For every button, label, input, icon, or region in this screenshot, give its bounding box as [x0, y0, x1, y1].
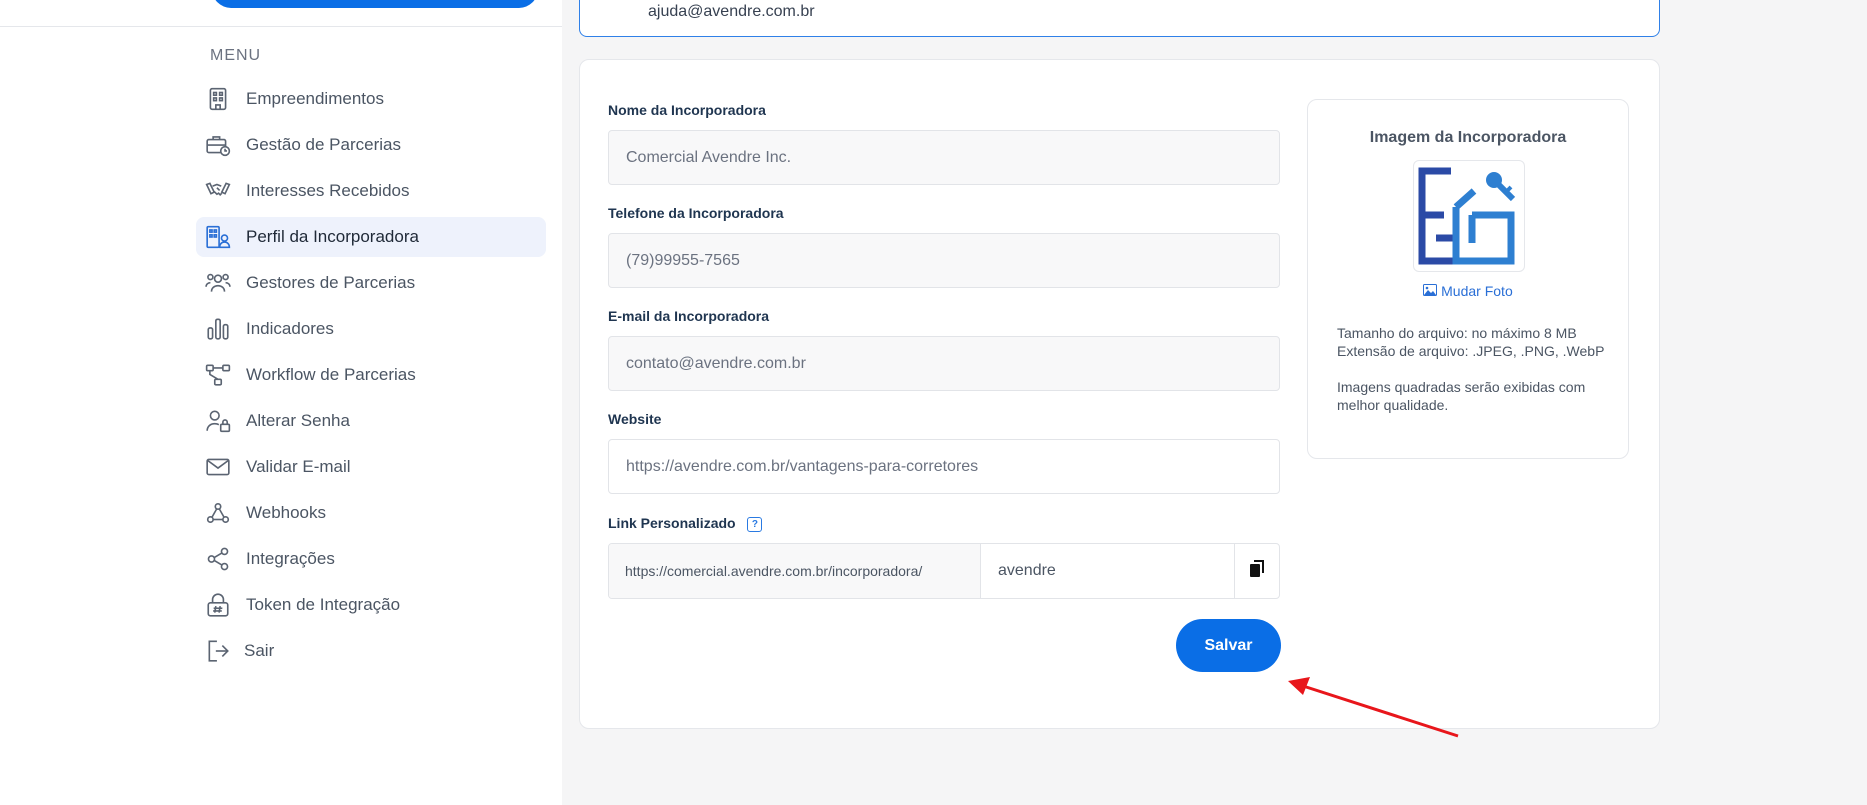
custom-link-label-row: Link Personalizado ? — [608, 515, 763, 532]
menu-item-alterar-senha[interactable]: Alterar Senha — [196, 401, 546, 441]
menu-item-indicadores[interactable]: Indicadores — [196, 309, 546, 349]
menu-item-label: Interesses Recebidos — [246, 181, 410, 200]
menu-item-webhooks[interactable]: Webhooks — [196, 493, 546, 533]
company-image-card: Imagem da Incorporadora Mudar Foto Taman… — [1307, 99, 1629, 459]
menu-item-label: Indicadores — [246, 319, 334, 338]
menu-item-interesses-recebidos[interactable]: Interesses Recebidos — [196, 171, 546, 211]
company-phone-label: Telefone da Incorporadora — [608, 205, 784, 221]
menu-heading: MENU — [210, 47, 262, 64]
company-name-label: Nome da Incorporadora — [608, 102, 766, 118]
company-image-title: Imagem da Incorporadora — [1369, 129, 1567, 146]
menu-item-label: Gestão de Parcerias — [246, 135, 401, 154]
save-button[interactable]: Salvar — [1176, 619, 1281, 672]
change-photo-link[interactable]: Mudar Foto — [1308, 283, 1628, 299]
menu-item-label: Validar E-mail — [246, 457, 351, 476]
company-email-label: E-mail da Incorporadora — [608, 308, 770, 324]
user-lock-icon — [204, 407, 232, 435]
users-icon — [204, 269, 232, 297]
briefcase-clock-icon — [204, 131, 232, 159]
custom-link-group: https://comercial.avendre.com.br/incorpo… — [608, 543, 1280, 599]
contact-card: ajuda@avendre.com.br — [579, 0, 1660, 37]
copy-icon — [1249, 559, 1265, 583]
support-email: ajuda@avendre.com.br — [648, 3, 815, 20]
company-name-input[interactable]: Comercial Avendre Inc. — [608, 130, 1280, 185]
menu-item-workflow-parcerias[interactable]: Workflow de Parcerias — [196, 355, 546, 395]
menu-list: Empreendimentos Gestão de Parcerias Inte… — [196, 79, 546, 677]
sidebar-divider — [0, 26, 562, 27]
help-icon[interactable]: ? — [747, 516, 763, 532]
custom-link-label: Link Personalizado — [608, 515, 736, 531]
menu-item-label: Webhooks — [246, 503, 327, 522]
webhook-icon — [204, 499, 232, 527]
menu-item-label: Alterar Senha — [246, 411, 350, 430]
handshake-icon — [204, 177, 232, 205]
company-phone-input[interactable]: (79)99955-7565 — [608, 233, 1280, 288]
menu-item-label: Workflow de Parcerias — [246, 365, 416, 384]
image-icon — [1423, 283, 1441, 299]
menu-item-sair[interactable]: Sair — [196, 631, 546, 671]
menu-item-perfil-incorporadora[interactable]: Perfil da Incorporadora — [196, 217, 546, 257]
lock-hash-icon — [204, 591, 232, 619]
image-quality-info: Imagens quadradas serão exibidas com mel… — [1337, 379, 1586, 413]
workflow-icon — [204, 361, 232, 389]
website-label: Website — [608, 411, 662, 427]
menu-item-label: Token de Integração — [246, 595, 401, 614]
menu-item-gestao-parcerias[interactable]: Gestão de Parcerias — [196, 125, 546, 165]
change-photo-label: Mudar Foto — [1441, 283, 1513, 299]
file-size-info: Tamanho do arquivo: no máximo 8 MB — [1337, 325, 1577, 341]
company-profile-icon — [204, 223, 232, 251]
menu-item-empreendimentos[interactable]: Empreendimentos — [196, 79, 546, 119]
menu-item-label: Perfil da Incorporadora — [246, 227, 419, 246]
mail-icon — [204, 453, 232, 481]
bar-chart-icon — [204, 315, 232, 343]
file-extension-info: Extensão de arquivo: .JPEG, .PNG, .WebP — [1337, 343, 1605, 359]
menu-item-label: Integrações — [246, 549, 335, 568]
copy-link-button[interactable] — [1235, 544, 1279, 598]
sidebar: MENU Empreendimentos Gestão de Parcerias… — [0, 0, 562, 805]
logout-icon — [204, 637, 232, 665]
menu-item-gestores-parcerias[interactable]: Gestores de Parcerias — [196, 263, 546, 303]
website-input[interactable]: https://avendre.com.br/vantagens-para-co… — [608, 439, 1280, 494]
menu-item-integracoes[interactable]: Integrações — [196, 539, 546, 579]
menu-item-validar-email[interactable]: Validar E-mail — [196, 447, 546, 487]
image-requirements: Tamanho do arquivo: no máximo 8 MB Exten… — [1337, 324, 1607, 414]
menu-item-label: Empreendimentos — [246, 89, 384, 108]
building-icon — [204, 85, 232, 113]
company-profile-card: Nome da Incorporadora Comercial Avendre … — [579, 59, 1660, 729]
share-icon — [204, 545, 232, 573]
company-logo — [1413, 160, 1525, 272]
sidebar-top-button[interactable] — [212, 0, 538, 8]
custom-link-slug-input[interactable]: avendre — [981, 544, 1235, 598]
custom-link-prefix: https://comercial.avendre.com.br/incorpo… — [609, 544, 981, 598]
company-email-input[interactable]: contato@avendre.com.br — [608, 336, 1280, 391]
menu-item-token-integracao[interactable]: Token de Integração — [196, 585, 546, 625]
menu-item-label: Sair — [244, 641, 275, 660]
menu-item-label: Gestores de Parcerias — [246, 273, 416, 292]
